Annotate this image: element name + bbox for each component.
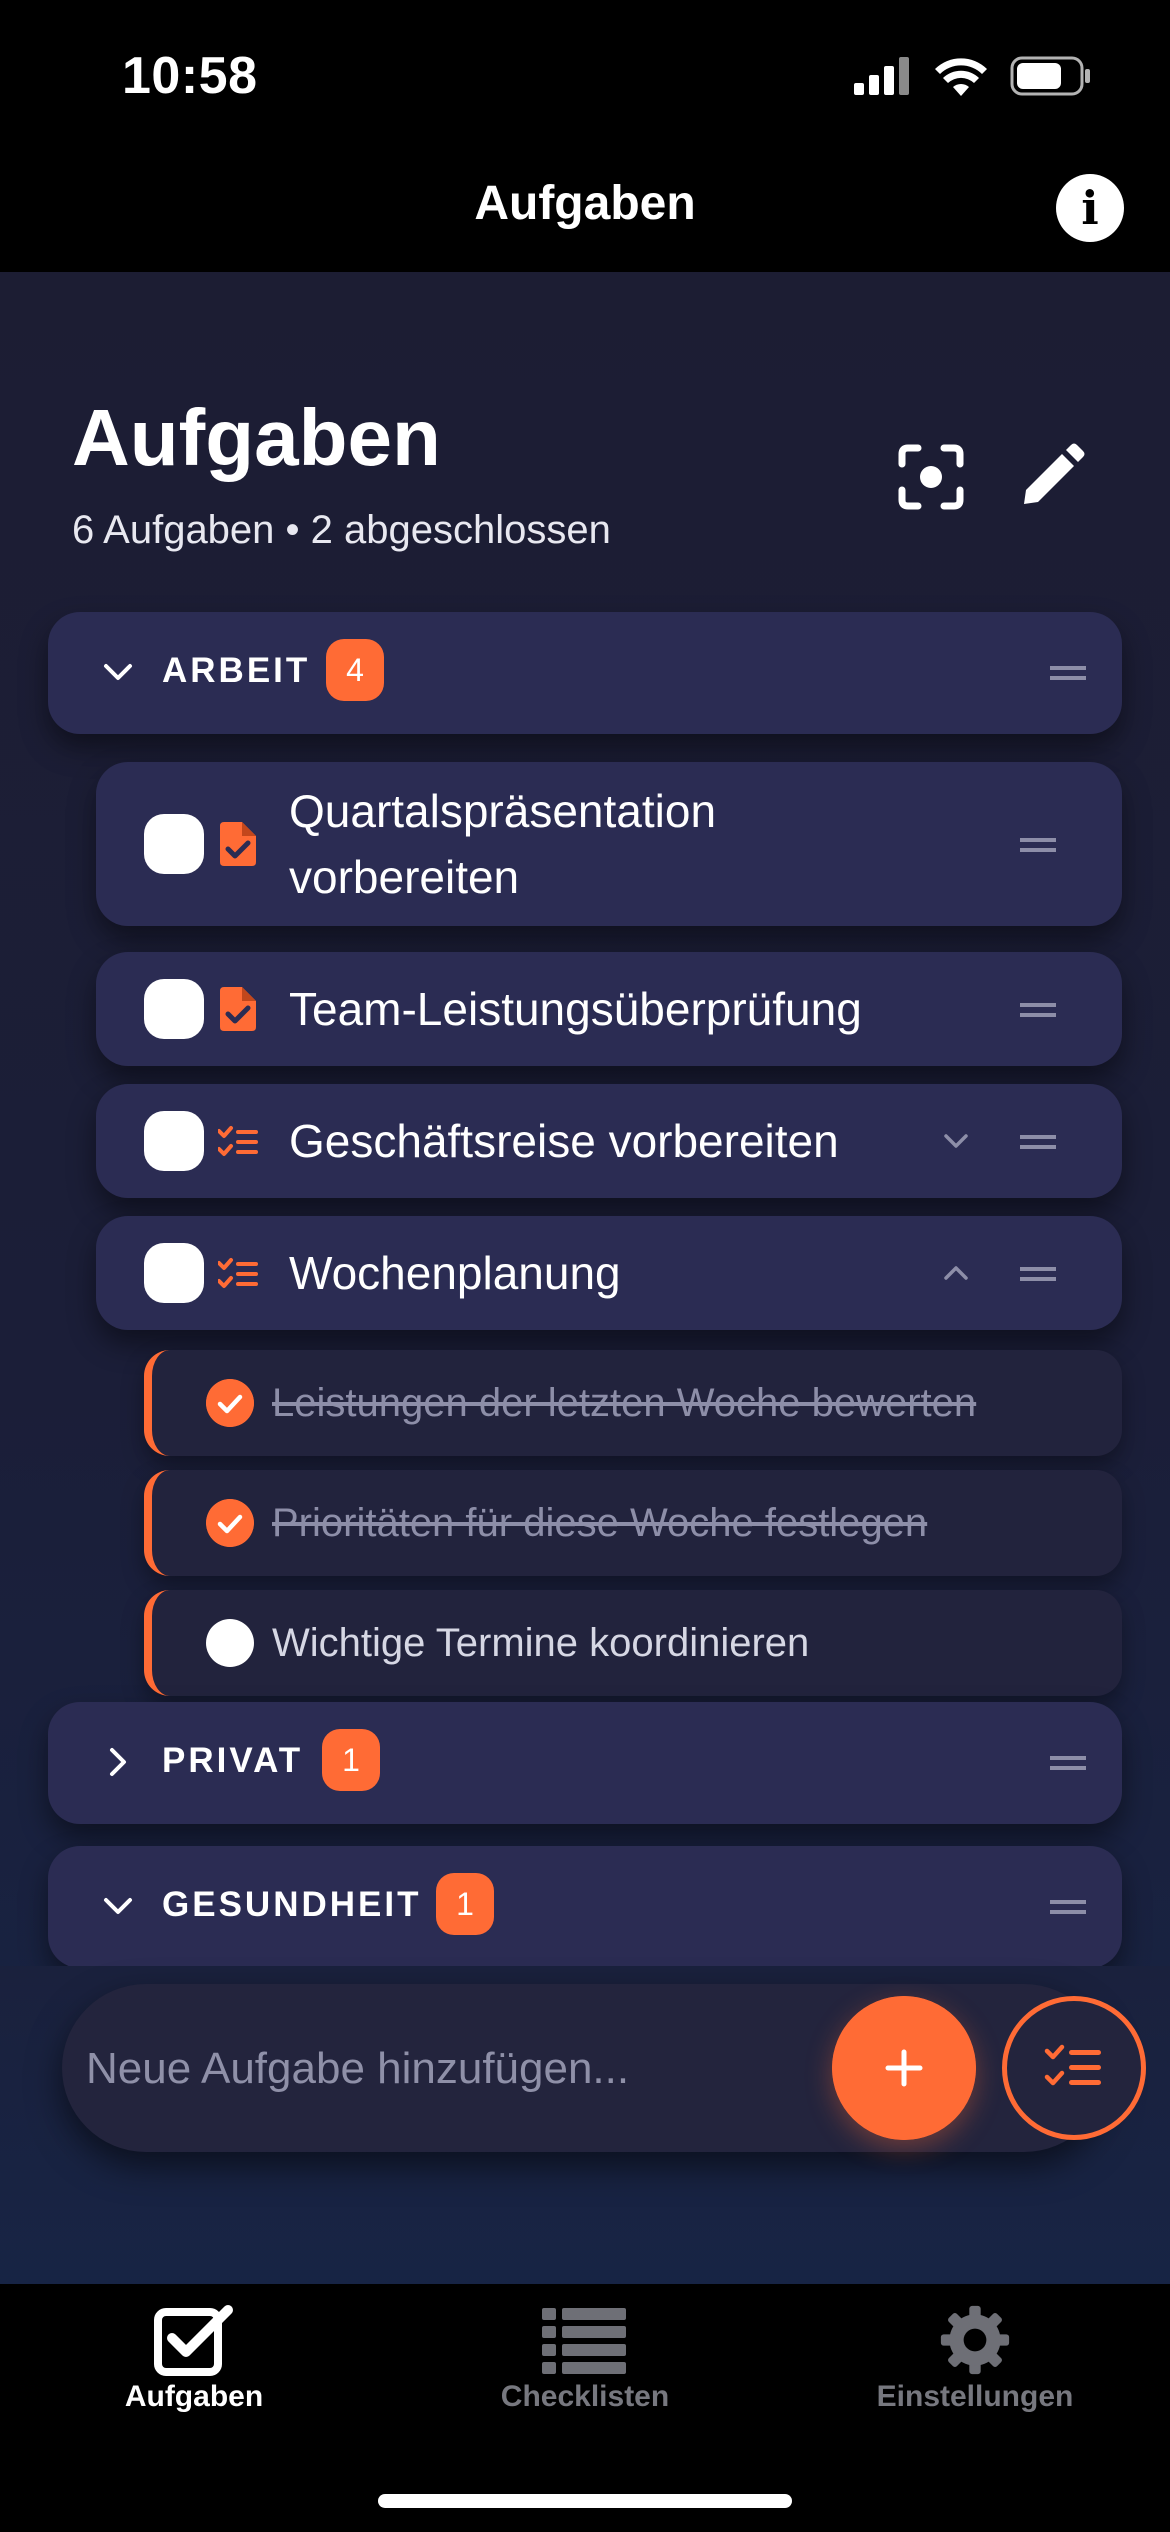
drag-handle-icon[interactable] [1020,838,1056,852]
group-arbeit[interactable]: ARBEIT 4 [48,612,1122,734]
chevron-down-icon[interactable] [940,1125,972,1157]
task-row[interactable]: Quartalspräsentation vorbereiten [96,762,1122,926]
task-row[interactable]: Geschäftsreise vorbereiten [96,1084,1122,1198]
task-title: vorbereiten [289,851,520,903]
chevron-right-icon[interactable] [100,1744,136,1780]
group-privat[interactable]: PRIVAT 1 [48,1702,1122,1824]
task-title: Quartalspräsentation [289,785,717,837]
nav-title: Aufgaben [474,177,696,230]
focus-scan-icon[interactable] [896,442,966,512]
subtask-checked-icon[interactable] [206,1379,254,1427]
drag-handle-icon[interactable] [1020,1135,1056,1149]
task-title: Geschäftsreise vorbereiten [289,1115,839,1167]
drag-handle-icon[interactable] [1020,1003,1056,1017]
task-checkbox[interactable] [144,979,204,1039]
subtask-row[interactable]: Prioritäten für diese Woche festlegen [144,1470,1122,1576]
tab-einstellungen[interactable]: Einstellungen [825,2304,1125,2414]
info-icon[interactable]: i [1056,174,1124,242]
checklist-icon [218,1258,258,1288]
new-task-bar [62,1984,1146,2152]
main-content[interactable]: Aufgaben 6 Aufgaben • 2 abgeschlossen AR… [0,272,1170,2284]
count-badge: 1 [322,1729,380,1791]
count-badge: 4 [326,639,384,701]
subtask-checked-icon[interactable] [206,1499,254,1547]
drag-handle-icon[interactable] [1050,1756,1086,1770]
chevron-down-icon[interactable] [100,1888,136,1924]
group-name: ARBEIT [162,651,311,690]
home-indicator [378,2494,792,2508]
gear-icon [940,2305,1010,2375]
subtask-row[interactable]: Wichtige Termine koordinieren [144,1590,1122,1696]
task-checkbox[interactable] [144,814,204,874]
new-task-input[interactable] [86,2024,786,2114]
wifi-icon [935,58,987,96]
subtask-title: Prioritäten für diese Woche festlegen [272,1501,928,1545]
task-checkbox[interactable] [144,1243,204,1303]
navigation-bar: Aufgaben i [0,150,1170,272]
status-icons [854,56,1092,96]
drag-handle-icon[interactable] [1050,1900,1086,1914]
count-badge: 1 [436,1873,494,1935]
add-task-button[interactable] [832,1996,976,2140]
group-gesundheit[interactable]: GESUNDHEIT 1 [48,1846,1122,1968]
status-time: 10:58 [122,47,258,105]
battery-icon [1010,56,1090,96]
subtask-checkbox[interactable] [206,1619,254,1667]
chevron-down-icon[interactable] [100,654,136,690]
group-name: PRIVAT [162,1741,304,1780]
checklist-icon [218,1126,258,1156]
subtask-row[interactable]: Leistungen der letzten Woche bewerten [144,1350,1122,1456]
task-title: Team-Leistungsüberprüfung [289,983,862,1035]
tab-aufgaben[interactable]: Aufgaben [44,2304,344,2414]
list-icon [542,2308,626,2374]
tab-label: Einstellungen [876,2380,1074,2413]
tab-label: Checklisten [500,2380,670,2413]
page-title: Aufgaben [72,393,441,482]
document-check-icon [220,822,256,866]
status-bar: 10:58 [0,0,1170,150]
chevron-up-icon[interactable] [940,1257,972,1289]
subtask-title: Leistungen der letzten Woche bewerten [272,1381,977,1425]
task-checkbox[interactable] [144,1111,204,1171]
group-name: GESUNDHEIT [162,1885,422,1924]
tab-checklisten[interactable]: Checklisten [435,2304,735,2414]
drag-handle-icon[interactable] [1020,1267,1056,1281]
cellular-signal-icon [854,57,909,95]
edit-pencil-icon[interactable] [1016,442,1086,512]
tab-label: Aufgaben [124,2380,264,2413]
task-row[interactable]: Team-Leistungsüberprüfung [96,952,1122,1066]
subtask-title: Wichtige Termine koordinieren [272,1621,810,1665]
drag-handle-icon[interactable] [1050,666,1086,680]
task-row[interactable]: Wochenplanung [96,1216,1122,1330]
checklist-mode-button[interactable] [1002,1996,1146,2140]
page-subtitle: 6 Aufgaben • 2 abgeschlossen [72,508,611,552]
task-title: Wochenplanung [289,1247,621,1299]
document-check-icon [220,987,256,1031]
checkbox-icon [154,2305,233,2376]
